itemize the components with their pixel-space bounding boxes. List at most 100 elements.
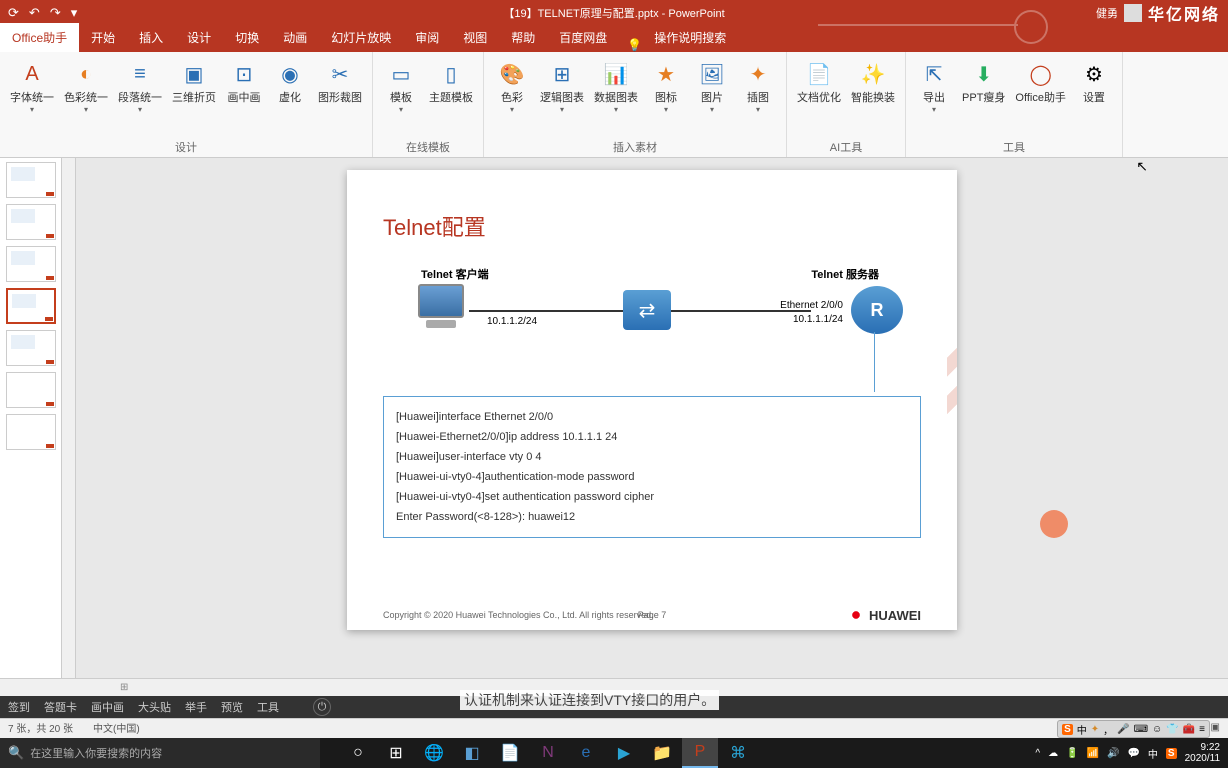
thumb-scrollbar[interactable] <box>62 158 76 678</box>
user-name[interactable]: 健勇 <box>1096 5 1118 21</box>
tab-baidu[interactable]: 百度网盘 <box>547 23 619 52</box>
avatar[interactable] <box>1124 4 1142 22</box>
ime-punct[interactable]: ， <box>1103 722 1113 737</box>
tab-view[interactable]: 视图 <box>451 23 499 52</box>
sogou-icon[interactable]: S <box>1062 724 1073 735</box>
smart-dress-button[interactable]: ✨智能换装 <box>847 56 899 137</box>
mic-icon[interactable]: 🎤 <box>1117 724 1129 735</box>
slide-canvas[interactable]: Telnet配置 Telnet 客户端 Telnet 服务器 10.1.1.2/… <box>347 170 957 630</box>
action-center-icon[interactable]: 💬 <box>1127 748 1139 759</box>
tab-review[interactable]: 审阅 <box>403 23 451 52</box>
router-icon: R <box>851 286 903 334</box>
thumb-7[interactable] <box>6 414 56 450</box>
redo-icon[interactable]: ↷ <box>50 5 61 21</box>
theme-template-button[interactable]: ▯主题模板 <box>425 56 477 137</box>
color-button[interactable]: 🎨色彩▾ <box>490 56 534 137</box>
tell-me-search[interactable]: 操作说明搜索 <box>642 23 738 52</box>
media-icon[interactable]: ▶ <box>606 738 642 768</box>
taskbar-search[interactable]: 🔍 在这里输入你要搜索的内容 <box>0 738 320 768</box>
crop-button[interactable]: ✂图形裁图 <box>314 56 366 137</box>
power-icon[interactable]: ⏻ <box>313 698 331 716</box>
office-helper-button[interactable]: ◯Office助手 <box>1011 56 1070 137</box>
clock[interactable]: 9:22 2020/11 <box>1185 742 1220 764</box>
slide-thumbnails[interactable] <box>0 158 62 678</box>
answer-button[interactable]: 答题卡 <box>44 699 77 715</box>
ime-menu-icon[interactable]: ≡ <box>1199 724 1205 735</box>
tab-help[interactable]: 帮助 <box>499 23 547 52</box>
ime-toolbar[interactable]: S 中 ✦ ， 🎤 ⌨ ☺ 👕 🧰 ≡ <box>1057 720 1210 738</box>
cortana-icon[interactable]: ○ <box>340 738 376 768</box>
tab-design[interactable]: 设计 <box>175 23 223 52</box>
powerpoint-icon[interactable]: P <box>682 738 718 768</box>
color-unify-button[interactable]: ◐色彩统一▾ <box>60 56 112 137</box>
explorer-icon[interactable]: 📄 <box>492 738 528 768</box>
battery-icon[interactable]: 🔋 <box>1066 748 1078 759</box>
toolbox-icon[interactable]: 🧰 <box>1183 724 1195 735</box>
skin-icon[interactable]: 👕 <box>1166 724 1178 735</box>
undo-icon[interactable]: ↶ <box>29 5 40 21</box>
wifi-icon[interactable]: 📶 <box>1087 748 1099 759</box>
lightbulb-icon[interactable]: 💡 <box>627 38 642 52</box>
autosave-icon[interactable]: ⟳ <box>8 5 19 21</box>
tray-up-icon[interactable]: ^ <box>1035 748 1040 759</box>
thumb-4[interactable] <box>6 288 56 324</box>
folder-icon[interactable]: 📁 <box>644 738 680 768</box>
onedrive-icon[interactable]: ☁ <box>1048 748 1058 759</box>
pip-button[interactable]: ⊡画中画 <box>222 56 266 137</box>
settings-button[interactable]: ⚙设置 <box>1072 56 1116 137</box>
taskview-icon[interactable]: ⊞ <box>378 738 414 768</box>
keyboard-icon[interactable]: ⌨ <box>1134 724 1148 735</box>
cursor-icon: ↖ <box>1136 158 1148 175</box>
qat-more-icon[interactable]: ▾ <box>71 5 78 21</box>
thumb-1[interactable] <box>6 162 56 198</box>
tab-office-helper[interactable]: Office助手 <box>0 23 79 52</box>
icon-button[interactable]: ★图标▾ <box>644 56 688 137</box>
annotation-dot <box>1040 510 1068 538</box>
ppt-slim-button[interactable]: ⬇PPT瘦身 <box>958 56 1009 137</box>
raise-hand-button[interactable]: 举手 <box>185 699 207 715</box>
tab-animations[interactable]: 动画 <box>271 23 319 52</box>
3d-fold-button[interactable]: ▣三维折页 <box>168 56 220 137</box>
checkin-button[interactable]: 签到 <box>8 699 30 715</box>
thumb-2[interactable] <box>6 204 56 240</box>
ime-lang[interactable]: 中 <box>1077 722 1087 737</box>
chrome-icon[interactable]: 🌐 <box>416 738 452 768</box>
sogou-tray-icon[interactable]: S <box>1166 748 1177 759</box>
tools-button[interactable]: 工具 <box>257 699 279 715</box>
headshot-button[interactable]: 大头贴 <box>138 699 171 715</box>
template-button[interactable]: ▭模板▾ <box>379 56 423 137</box>
font-unify-button[interactable]: A字体统一▾ <box>6 56 58 137</box>
language[interactable]: 中文(中国) <box>93 720 140 735</box>
thumb-3[interactable] <box>6 246 56 282</box>
ribbon: A字体统一▾ ◐色彩统一▾ ≡段落统一▾ ▣三维折页 ⊡画中画 ◉虚化 ✂图形裁… <box>0 52 1228 158</box>
switch-icon: ⇄ <box>623 290 671 330</box>
group-tools-label: 工具 <box>912 137 1116 155</box>
tab-insert[interactable]: 插入 <box>127 23 175 52</box>
slide-title: Telnet配置 <box>383 210 921 242</box>
main-area: Telnet配置 Telnet 客户端 Telnet 服务器 10.1.1.2/… <box>0 158 1228 678</box>
page-number: Page 7 <box>638 610 667 620</box>
illustration-button[interactable]: ✦插图▾ <box>736 56 780 137</box>
blur-button[interactable]: ◉虚化 <box>268 56 312 137</box>
ime-ch-icon[interactable]: 中 <box>1148 746 1158 761</box>
doc-optimize-button[interactable]: 📄文档优化 <box>793 56 845 137</box>
tab-home[interactable]: 开始 <box>79 23 127 52</box>
ie-icon[interactable]: e <box>568 738 604 768</box>
normal-view-icon[interactable]: ▣ <box>1211 722 1220 733</box>
export-button[interactable]: ⇱导出▾ <box>912 56 956 137</box>
thumb-6[interactable] <box>6 372 56 408</box>
tab-slideshow[interactable]: 幻灯片放映 <box>319 23 403 52</box>
pip-button[interactable]: 画中画 <box>91 699 124 715</box>
volume-icon[interactable]: 🔊 <box>1107 748 1119 759</box>
paragraph-unify-button[interactable]: ≡段落统一▾ <box>114 56 166 137</box>
preview-button[interactable]: 预览 <box>221 699 243 715</box>
face-icon[interactable]: ☺ <box>1152 724 1162 735</box>
onenote-icon[interactable]: N <box>530 738 566 768</box>
image-button[interactable]: 🖼图片▾ <box>690 56 734 137</box>
app2-icon[interactable]: ⌘ <box>720 738 756 768</box>
app-icon[interactable]: ◧ <box>454 738 490 768</box>
data-chart-button[interactable]: 📊数据图表▾ <box>590 56 642 137</box>
logic-chart-button[interactable]: ⊞逻辑图表▾ <box>536 56 588 137</box>
tab-transitions[interactable]: 切换 <box>223 23 271 52</box>
thumb-5[interactable] <box>6 330 56 366</box>
